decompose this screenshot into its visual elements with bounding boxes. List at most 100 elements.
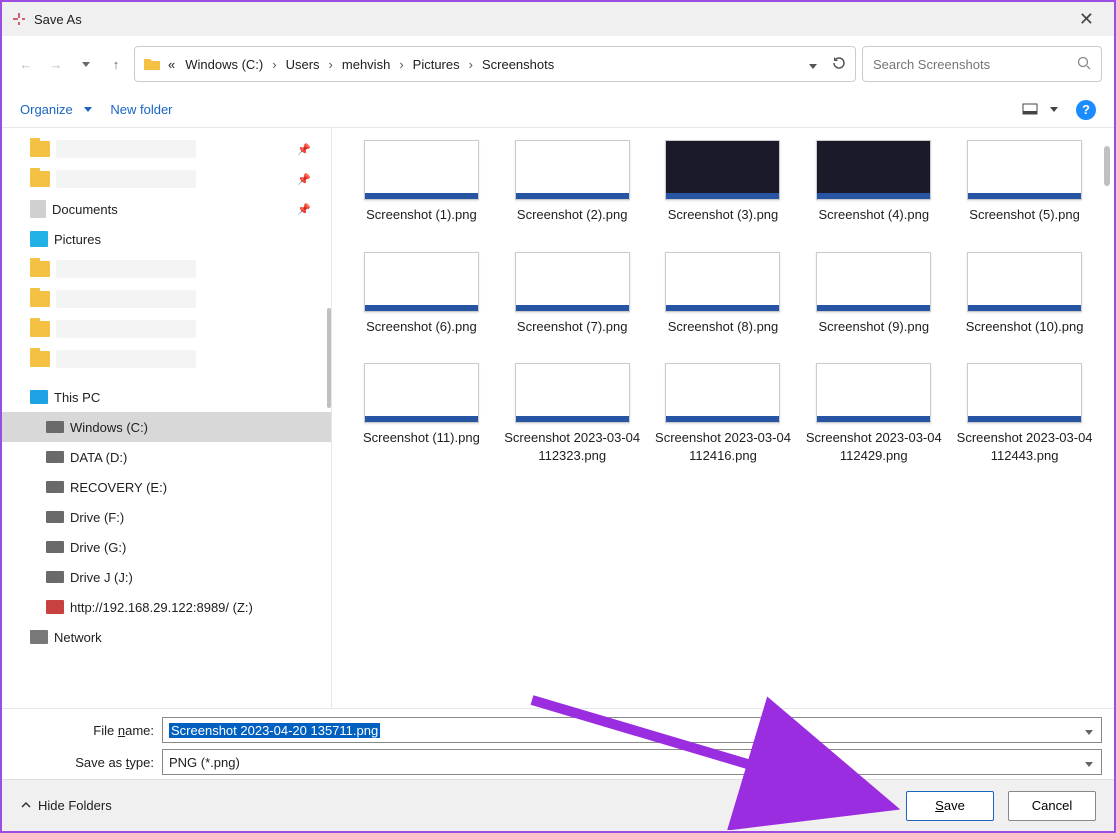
file-label: Screenshot 2023-03-04 112323.png [503, 429, 642, 464]
scrollbar[interactable] [1104, 146, 1110, 186]
sidebar-drive-f[interactable]: Drive (F:) [2, 502, 331, 532]
filename-label: File name: [14, 723, 154, 738]
sidebar-documents[interactable]: Documents📌 [2, 194, 331, 224]
chevron-right-icon: › [397, 57, 405, 72]
pin-icon: 📌 [297, 173, 311, 186]
filename-input[interactable]: Screenshot 2023-04-20 135711.png [162, 717, 1102, 743]
new-folder-button[interactable]: New folder [110, 102, 172, 117]
file-item[interactable]: Screenshot (10).png [955, 252, 1094, 336]
thumbnail-icon [515, 252, 630, 312]
app-icon [10, 10, 28, 28]
chevron-right-icon: › [327, 57, 335, 72]
quick-access-item[interactable] [2, 284, 331, 314]
file-item[interactable]: Screenshot (3).png [654, 140, 793, 224]
save-button[interactable]: Save [906, 791, 994, 821]
forward-button[interactable]: → [44, 52, 68, 76]
thumbnail-icon [816, 252, 931, 312]
file-label: Screenshot (1).png [366, 206, 477, 224]
file-item[interactable]: Screenshot (9).png [804, 252, 943, 336]
sidebar-drive-d[interactable]: DATA (D:) [2, 442, 331, 472]
footer: Hide Folders Save Cancel [2, 779, 1114, 831]
file-item[interactable]: Screenshot (8).png [654, 252, 793, 336]
navbar: ← → ↑ « Windows (C:) › Users › mehvish ›… [2, 36, 1114, 92]
sidebar-drive-c[interactable]: Windows (C:) [2, 412, 331, 442]
quick-access-item[interactable] [2, 344, 331, 374]
hide-folders-button[interactable]: Hide Folders [20, 798, 112, 813]
pin-icon: 📌 [297, 203, 311, 216]
breadcrumb-item[interactable]: Windows (C:) [182, 55, 266, 74]
file-item[interactable]: Screenshot 2023-03-04 112323.png [503, 363, 642, 464]
thumbnail-icon [665, 252, 780, 312]
sidebar-drive-g[interactable]: Drive (G:) [2, 532, 331, 562]
recent-locations-button[interactable] [74, 52, 98, 76]
help-button[interactable]: ? [1076, 100, 1096, 120]
sidebar-drive-j[interactable]: Drive J (J:) [2, 562, 331, 592]
sidebar-thispc[interactable]: This PC [2, 382, 331, 412]
quick-access-item[interactable] [2, 254, 331, 284]
quick-access-item[interactable]: 📌 [2, 134, 331, 164]
search-box[interactable] [862, 46, 1102, 82]
thumbnail-icon [364, 140, 479, 200]
breadcrumb-item[interactable]: Users [283, 55, 323, 74]
type-label: Save as type: [14, 755, 154, 770]
breadcrumb-overflow[interactable]: « [165, 55, 178, 74]
file-item[interactable]: Screenshot 2023-03-04 112416.png [654, 363, 793, 464]
thumbnail-icon [816, 140, 931, 200]
file-item[interactable]: Screenshot (4).png [804, 140, 943, 224]
file-item[interactable]: Screenshot (11).png [352, 363, 491, 464]
filetype-select[interactable]: PNG (*.png) [162, 749, 1102, 775]
close-button[interactable]: ✕ [1067, 3, 1106, 36]
breadcrumb-dropdown[interactable] [809, 57, 827, 72]
chevron-down-icon[interactable] [1085, 723, 1093, 738]
file-label: Screenshot (5).png [969, 206, 1080, 224]
search-icon [1077, 56, 1091, 73]
thumbnail-icon [515, 363, 630, 423]
file-label: Screenshot 2023-03-04 112416.png [654, 429, 793, 464]
file-label: Screenshot (2).png [517, 206, 628, 224]
file-label: Screenshot (10).png [966, 318, 1084, 336]
thumbnail-icon [967, 252, 1082, 312]
refresh-button[interactable] [831, 55, 847, 74]
file-item[interactable]: Screenshot (6).png [352, 252, 491, 336]
breadcrumb-item[interactable]: mehvish [339, 55, 393, 74]
sidebar-network[interactable]: Network [2, 622, 331, 652]
file-label: Screenshot 2023-03-04 112443.png [955, 429, 1094, 464]
file-item[interactable]: Screenshot (5).png [955, 140, 1094, 224]
thumbnail-icon [515, 140, 630, 200]
sidebar-pictures[interactable]: Pictures [2, 224, 331, 254]
sidebar-drive-e[interactable]: RECOVERY (E:) [2, 472, 331, 502]
sidebar-netloc[interactable]: http://192.168.29.122:8989/ (Z:) [2, 592, 331, 622]
file-item[interactable]: Screenshot (2).png [503, 140, 642, 224]
breadcrumb-item[interactable]: Pictures [410, 55, 463, 74]
breadcrumb-item[interactable]: Screenshots [479, 55, 557, 74]
chevron-down-icon[interactable] [1085, 755, 1093, 770]
sidebar: 📌 📌 Documents📌 Pictures This PC Windows … [2, 128, 332, 708]
file-item[interactable]: Screenshot 2023-03-04 112429.png [804, 363, 943, 464]
file-label: Screenshot (11).png [363, 429, 480, 447]
file-label: Screenshot (7).png [517, 318, 628, 336]
file-label: Screenshot (4).png [819, 206, 930, 224]
file-item[interactable]: Screenshot (7).png [503, 252, 642, 336]
file-label: Screenshot (3).png [668, 206, 779, 224]
pin-icon: 📌 [297, 143, 311, 156]
quick-access-item[interactable] [2, 314, 331, 344]
cancel-button[interactable]: Cancel [1008, 791, 1096, 821]
titlebar: Save As ✕ [2, 2, 1114, 36]
search-input[interactable] [873, 57, 1069, 72]
thumbnail-icon [967, 140, 1082, 200]
quick-access-item[interactable]: 📌 [2, 164, 331, 194]
file-item[interactable]: Screenshot (1).png [352, 140, 491, 224]
back-button[interactable]: ← [14, 52, 38, 76]
file-label: Screenshot (8).png [668, 318, 779, 336]
chevron-right-icon: › [270, 57, 278, 72]
file-list: Screenshot (1).png Screenshot (2).png Scre… [332, 128, 1114, 708]
breadcrumb[interactable]: « Windows (C:) › Users › mehvish › Pictu… [134, 46, 856, 82]
toolbar: Organize New folder ? [2, 92, 1114, 128]
thumbnail-icon [665, 140, 780, 200]
up-button[interactable]: ↑ [104, 52, 128, 76]
file-item[interactable]: Screenshot 2023-03-04 112443.png [955, 363, 1094, 464]
thumbnail-icon [364, 363, 479, 423]
view-options-button[interactable] [1022, 102, 1058, 117]
scrollbar[interactable] [327, 308, 331, 408]
organize-menu[interactable]: Organize [20, 102, 92, 117]
